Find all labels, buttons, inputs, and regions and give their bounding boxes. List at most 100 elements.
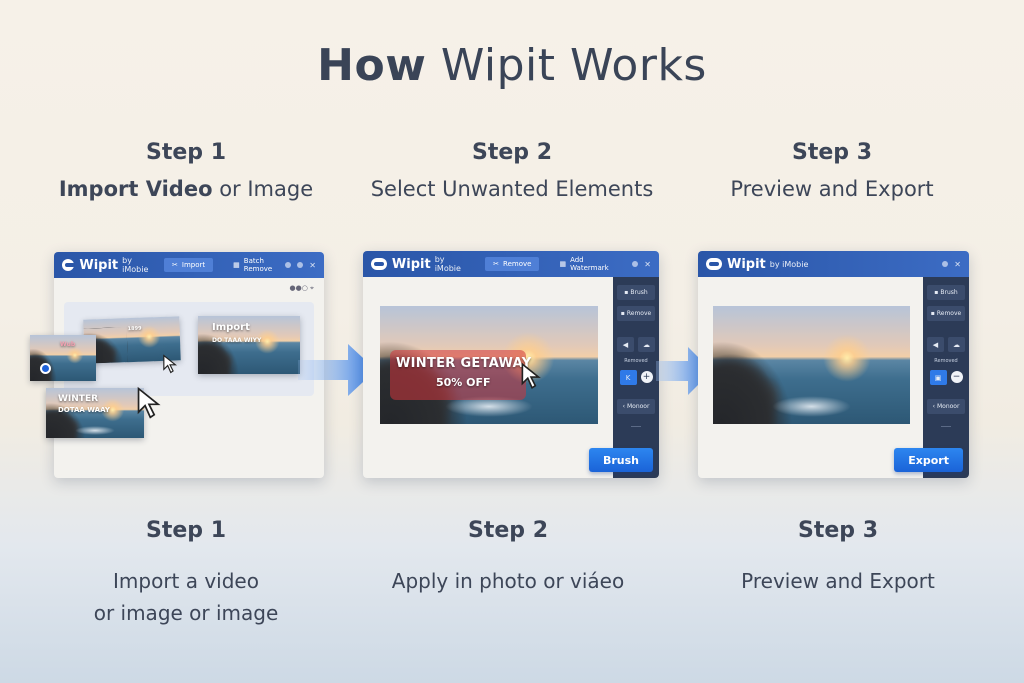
page-title: How Wipit Works [0, 40, 1024, 91]
floating-card-title: WINTER [58, 394, 99, 404]
app-by: by iMobie [434, 255, 461, 273]
undo-tool-button[interactable]: ‹ Monoor [927, 399, 965, 414]
tab-add-watermark[interactable]: ▦ Add Watermark [551, 253, 632, 275]
close-icon[interactable]: ✕ [309, 261, 316, 270]
step-2-footer-number: Step 2 [468, 518, 548, 543]
step-1-footer: Step 1 Import a video or image or image [26, 518, 346, 629]
step-1-footer-number: Step 1 [146, 518, 226, 543]
result-preview-image[interactable] [713, 306, 910, 424]
step-1-footer-line2: or image or image [93, 601, 279, 625]
undo-tool-label: Monoor [936, 403, 960, 410]
view-options-icon[interactable]: ●●○ ⌖ [290, 284, 315, 293]
step-3-footer: Step 3 Preview and Export [678, 518, 998, 597]
volume-icon[interactable]: ◀ [927, 337, 944, 352]
step-3-header: Step 3 Preview and Export [672, 140, 992, 201]
sidebar-divider [631, 426, 641, 427]
step-1-subtitle-bold: Import Video [58, 177, 213, 201]
add-icon[interactable]: + [640, 371, 653, 383]
thumbnail-subtitle: DO TAAA WIYY [212, 337, 262, 344]
preview-image[interactable]: WINTER GETAWAY 50% OFF [380, 306, 598, 424]
import-icon: ✂ [172, 261, 178, 269]
step-2-subtitle: Select Unwanted Elements [370, 177, 654, 201]
remove-icon: ✂ [493, 260, 500, 268]
rocks-shape [198, 327, 244, 374]
remove-tool-button[interactable]: ▪ Remove [927, 306, 965, 321]
floating-card-label: Wub [60, 341, 76, 348]
title-bar: Wipit by iMobie ✕ [698, 251, 969, 277]
step-3-number: Step 3 [792, 140, 872, 165]
wipit-logo: Wipit by iMobie [62, 256, 152, 274]
drag-cursor-icon [137, 386, 161, 419]
sidebar-divider [941, 426, 951, 427]
tab-import-label: Import [181, 261, 206, 269]
weather-icon[interactable]: ☁ [638, 337, 655, 352]
title-bar: Wipit by iMobie ✂ Import ▦ Batch Remove … [54, 252, 324, 278]
brush-tool-label: Brush [940, 289, 958, 296]
brush-button[interactable]: Brush [588, 448, 653, 472]
watermark-icon: ▦ [559, 260, 567, 268]
tab-batch-remove[interactable]: ▦ Batch Remove [225, 254, 285, 276]
floating-card-small[interactable]: Wub [30, 335, 96, 381]
wipit-logo: Wipit by iMobie [706, 257, 808, 272]
step-1-footer-line1: Import a video [113, 569, 259, 593]
select-tool-icon[interactable]: ▣ [929, 370, 947, 385]
brush-tool-button[interactable]: ▪ Brush [927, 285, 965, 300]
tab-watermark-label: Add Watermark [570, 256, 609, 272]
tab-remove-label: Remove [503, 260, 532, 268]
tab-import[interactable]: ✂ Import [164, 258, 214, 272]
maximize-icon[interactable] [297, 262, 304, 268]
step-3-footer-number: Step 3 [798, 518, 878, 543]
tool-row-2: ▣ − [929, 370, 963, 385]
close-icon[interactable]: ✕ [644, 260, 651, 269]
app-name: Wipit [79, 257, 119, 273]
step-1-number: Step 1 [146, 140, 226, 165]
remove-tool-button[interactable]: ▪ Remove [617, 306, 655, 321]
tool-row-2: K + [619, 370, 653, 385]
title-bar: Wipit by iMobie ✂ Remove ▦ Add Watermark… [363, 251, 659, 277]
wipit-logo-icon [62, 259, 76, 271]
step-1-subtitle: Import Video or Image [59, 177, 313, 201]
brush-icon: ▪ [624, 289, 629, 296]
batch-icon: ▦ [233, 261, 240, 269]
volume-icon[interactable]: ◀ [617, 337, 634, 352]
remove-tool-label: Remove [626, 310, 652, 317]
tab-remove[interactable]: ✂ Remove [485, 257, 540, 271]
app-name: Wipit [727, 256, 766, 272]
foam-shape [772, 395, 851, 417]
trash-icon: ▪ [620, 310, 625, 317]
title-how: How [317, 40, 427, 91]
brush-icon: ▪ [934, 289, 939, 296]
step-2-footer-line1: Apply in photo or viáeo [391, 569, 625, 593]
brush-tool-label: Brush [630, 289, 648, 296]
export-button[interactable]: Export [894, 448, 963, 472]
minimize-icon[interactable] [942, 261, 949, 267]
minimize-icon[interactable] [285, 262, 292, 268]
select-tool-icon[interactable]: K [619, 370, 637, 385]
wipit-logo: Wipit by iMobie [371, 255, 473, 273]
undo-icon: ‹ [622, 403, 625, 410]
foam-shape [75, 426, 115, 435]
weather-icon[interactable]: ☁ [948, 337, 965, 352]
floating-card-subtitle: DOTAA WAAY [58, 406, 110, 414]
minus-icon[interactable]: − [950, 371, 963, 383]
step-1-subtitle-rest: or Image [212, 177, 314, 201]
undo-tool-label: Monoor [626, 403, 650, 410]
window-controls: ✕ [285, 261, 316, 270]
tool-row: ◀ ☁ [927, 337, 965, 352]
thumbnail-title: Import [212, 322, 250, 333]
window-controls: ✕ [942, 260, 961, 269]
floating-card-large[interactable]: WINTER DOTAA WAAY [46, 388, 144, 438]
trash-icon: ▪ [930, 310, 935, 317]
minimize-icon[interactable] [632, 261, 639, 267]
close-icon[interactable]: ✕ [954, 260, 961, 269]
app-by: by iMobie [122, 256, 149, 274]
remove-window: Wipit by iMobie ✂ Remove ▦ Add Watermark… [363, 251, 659, 478]
app-by: by iMobie [769, 259, 809, 269]
undo-tool-button[interactable]: ‹ Monoor [617, 399, 655, 414]
watermark-title-text: WINTER GETAWAY [396, 356, 532, 371]
undo-icon: ‹ [932, 403, 935, 410]
brush-tool-button[interactable]: ▪ Brush [617, 285, 655, 300]
step-1-header: Step 1 Import Video or Image [26, 140, 346, 201]
removed-label: Removed [934, 358, 958, 364]
thumbnail-card-import[interactable]: Import DO TAAA WIYY [198, 316, 300, 374]
